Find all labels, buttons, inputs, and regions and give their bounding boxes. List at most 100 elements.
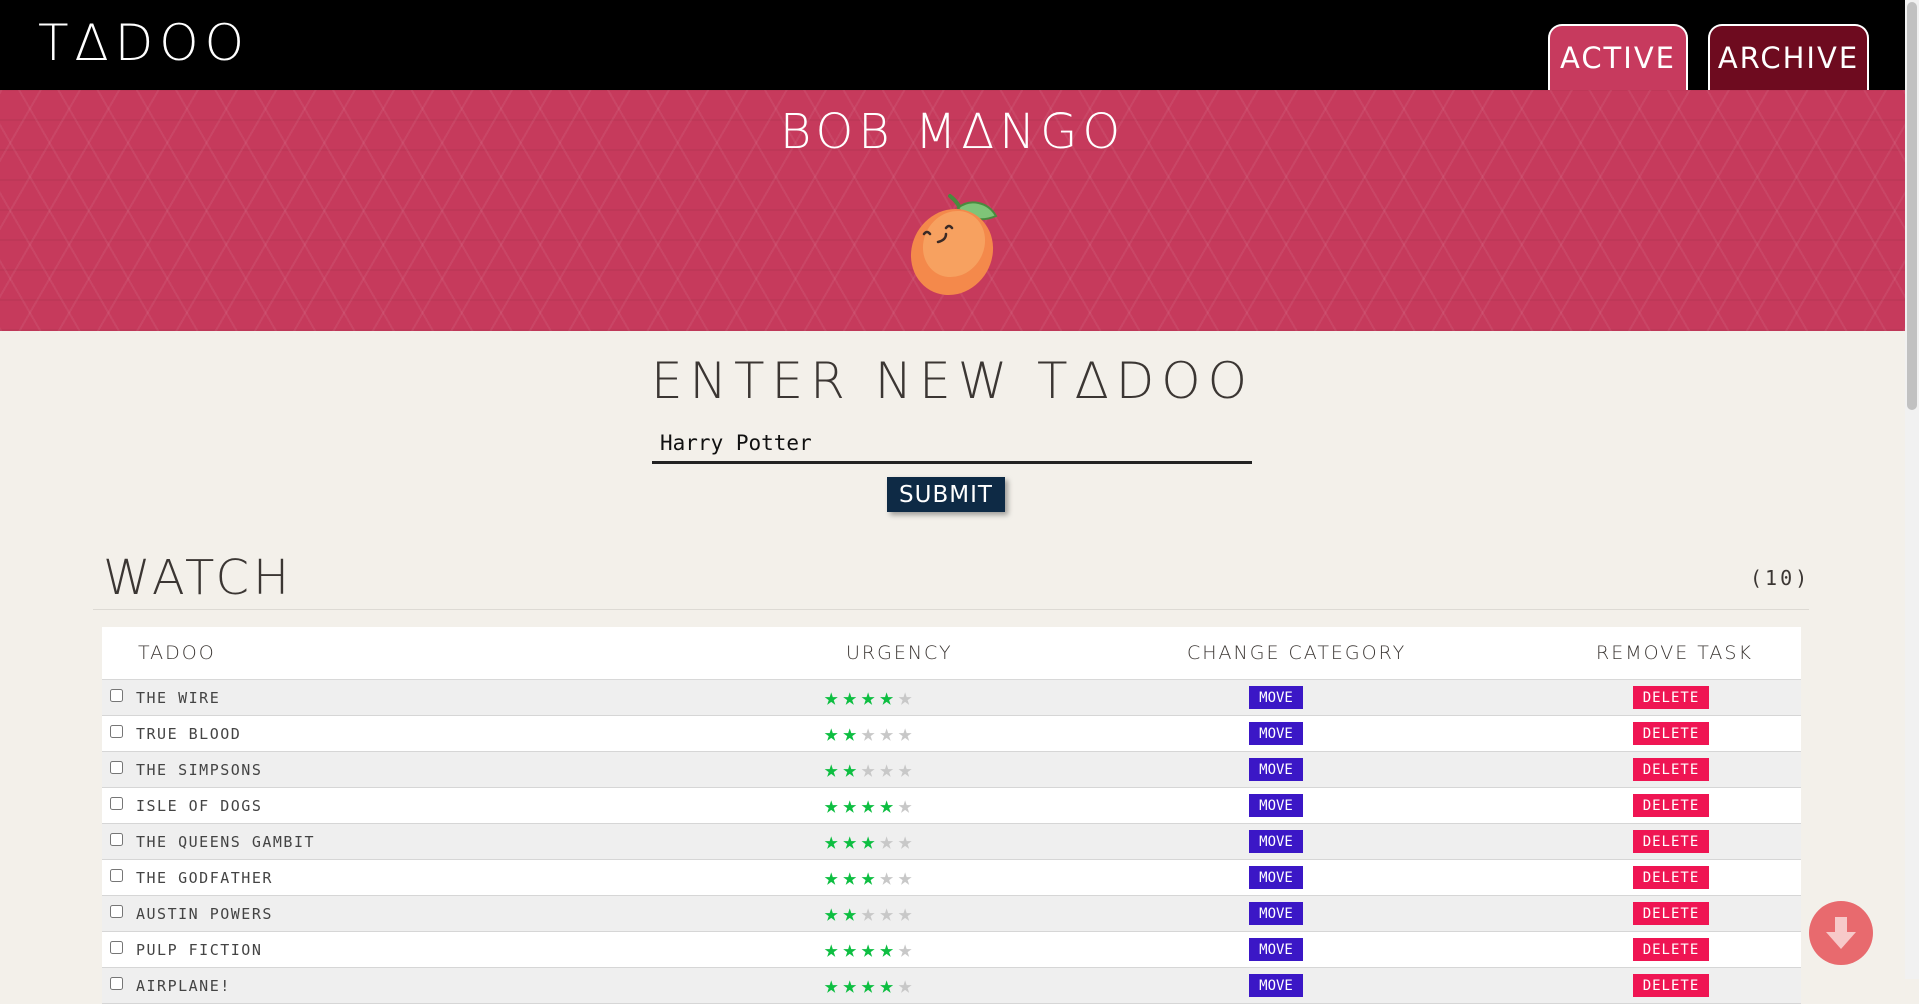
star-icon[interactable]: ★ — [898, 899, 916, 927]
star-icon[interactable]: ★ — [879, 971, 897, 999]
star-icon[interactable]: ★ — [824, 971, 842, 999]
table-row: AIRPLANE! ★★★★★ MOVE DELETE — [102, 968, 1801, 1004]
scroll-down-button[interactable] — [1809, 901, 1873, 965]
table-row: THE WIRE ★★★★★ MOVE DELETE — [102, 680, 1801, 716]
star-icon[interactable]: ★ — [879, 719, 897, 747]
star-icon[interactable]: ★ — [824, 935, 842, 963]
delete-button[interactable]: DELETE — [1633, 722, 1709, 745]
star-icon[interactable]: ★ — [824, 791, 842, 819]
delete-button[interactable]: DELETE — [1633, 830, 1709, 853]
move-button[interactable]: MOVE — [1249, 866, 1303, 889]
star-icon[interactable]: ★ — [824, 683, 842, 711]
star-icon[interactable]: ★ — [879, 935, 897, 963]
task-checkbox[interactable] — [110, 833, 123, 846]
star-icon[interactable]: ★ — [824, 863, 842, 891]
star-icon[interactable]: ★ — [879, 791, 897, 819]
star-icon[interactable]: ★ — [879, 899, 897, 927]
table-row: ISLE OF DOGS ★★★★★ MOVE DELETE — [102, 788, 1801, 824]
task-checkbox[interactable] — [110, 725, 123, 738]
new-task-input[interactable] — [652, 424, 1252, 464]
star-icon[interactable]: ★ — [861, 827, 879, 855]
move-button[interactable]: MOVE — [1249, 938, 1303, 961]
star-icon[interactable]: ★ — [898, 971, 916, 999]
urgency-rating: ★★★★★ — [824, 936, 916, 962]
move-button[interactable]: MOVE — [1249, 722, 1303, 745]
delete-button[interactable]: DELETE — [1633, 902, 1709, 925]
star-icon[interactable]: ★ — [861, 683, 879, 711]
table-row: THE QUEENS GAMBIT ★★★★★ MOVE DELETE — [102, 824, 1801, 860]
star-icon[interactable]: ★ — [879, 755, 897, 783]
urgency-rating: ★★★★★ — [824, 900, 916, 926]
delete-button[interactable]: DELETE — [1633, 686, 1709, 709]
urgency-rating: ★★★★★ — [824, 864, 916, 890]
task-checkbox[interactable] — [110, 941, 123, 954]
star-icon[interactable]: ★ — [824, 755, 842, 783]
star-icon[interactable]: ★ — [824, 899, 842, 927]
star-icon[interactable]: ★ — [861, 791, 879, 819]
move-button[interactable]: MOVE — [1249, 830, 1303, 853]
star-icon[interactable]: ★ — [861, 935, 879, 963]
task-checkbox[interactable] — [110, 797, 123, 810]
star-icon[interactable]: ★ — [898, 791, 916, 819]
star-icon[interactable]: ★ — [861, 971, 879, 999]
table-header: TADOO URGENCY CHANGE CATEGORY REMOVE TAS… — [102, 627, 1801, 680]
star-icon[interactable]: ★ — [898, 683, 916, 711]
task-checkbox[interactable] — [110, 905, 123, 918]
new-task-heading: ENTER NEW TΔDOO — [650, 352, 1255, 410]
urgency-rating: ★★★★★ — [824, 828, 916, 854]
urgency-rating: ★★★★★ — [824, 756, 916, 782]
star-icon[interactable]: ★ — [898, 863, 916, 891]
delete-button[interactable]: DELETE — [1633, 974, 1709, 997]
delete-button[interactable]: DELETE — [1633, 758, 1709, 781]
star-icon[interactable]: ★ — [842, 899, 860, 927]
task-checkbox[interactable] — [110, 869, 123, 882]
star-icon[interactable]: ★ — [898, 935, 916, 963]
move-button[interactable]: MOVE — [1249, 902, 1303, 925]
task-table: TADOO URGENCY CHANGE CATEGORY REMOVE TAS… — [102, 627, 1801, 1004]
star-icon[interactable]: ★ — [861, 719, 879, 747]
delete-button[interactable]: DELETE — [1633, 866, 1709, 889]
urgency-rating: ★★★★★ — [824, 684, 916, 710]
star-icon[interactable]: ★ — [861, 863, 879, 891]
table-row: AUSTIN POWERS ★★★★★ MOVE DELETE — [102, 896, 1801, 932]
star-icon[interactable]: ★ — [861, 755, 879, 783]
star-icon[interactable]: ★ — [842, 827, 860, 855]
submit-button[interactable]: SUBMIT — [887, 477, 1005, 512]
star-icon[interactable]: ★ — [842, 791, 860, 819]
delete-button[interactable]: DELETE — [1633, 794, 1709, 817]
star-icon[interactable]: ★ — [879, 863, 897, 891]
star-icon[interactable]: ★ — [824, 719, 842, 747]
urgency-rating: ★★★★★ — [824, 972, 916, 998]
move-button[interactable]: MOVE — [1249, 794, 1303, 817]
star-icon[interactable]: ★ — [898, 827, 916, 855]
star-icon[interactable]: ★ — [861, 899, 879, 927]
star-icon[interactable]: ★ — [842, 863, 860, 891]
task-checkbox[interactable] — [110, 761, 123, 774]
tab-archive[interactable]: ARCHIVE — [1708, 24, 1869, 90]
top-bar: TΔDOO ACTIVE ARCHIVE — [0, 0, 1905, 90]
star-icon[interactable]: ★ — [842, 971, 860, 999]
category-title: WATCH — [103, 550, 294, 606]
star-icon[interactable]: ★ — [898, 719, 916, 747]
task-rows: THE WIRE ★★★★★ MOVE DELETE TRUE BLOOD ★★★★★ MO… — [102, 680, 1801, 1004]
move-button[interactable]: MOVE — [1249, 758, 1303, 781]
task-checkbox[interactable] — [110, 689, 123, 702]
star-icon[interactable]: ★ — [879, 827, 897, 855]
tab-active[interactable]: ACTIVE — [1548, 24, 1688, 90]
delete-button[interactable]: DELETE — [1633, 938, 1709, 961]
star-icon[interactable]: ★ — [842, 935, 860, 963]
task-name: AIRPLANE! — [136, 977, 231, 995]
table-row: TRUE BLOOD ★★★★★ MOVE DELETE — [102, 716, 1801, 752]
move-button[interactable]: MOVE — [1249, 686, 1303, 709]
star-icon[interactable]: ★ — [879, 683, 897, 711]
urgency-rating: ★★★★★ — [824, 720, 916, 746]
task-name: THE WIRE — [136, 689, 221, 707]
star-icon[interactable]: ★ — [824, 827, 842, 855]
star-icon[interactable]: ★ — [842, 755, 860, 783]
star-icon[interactable]: ★ — [842, 683, 860, 711]
app-logo[interactable]: TΔDOO — [38, 14, 250, 72]
star-icon[interactable]: ★ — [842, 719, 860, 747]
move-button[interactable]: MOVE — [1249, 974, 1303, 997]
star-icon[interactable]: ★ — [898, 755, 916, 783]
scrollbar-thumb[interactable] — [1907, 2, 1917, 410]
